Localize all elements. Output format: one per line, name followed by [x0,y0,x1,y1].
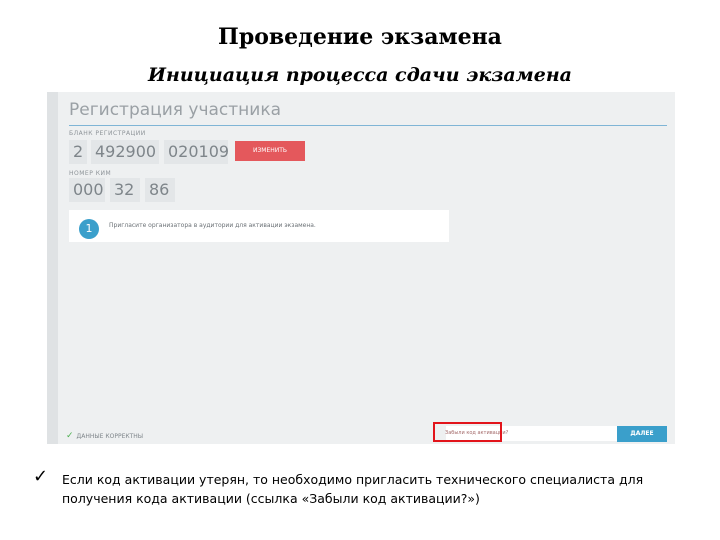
page-title: Регистрация участника [69,100,282,120]
kim-code-part-2: 32 [110,178,140,202]
check-icon: ✓ [33,466,49,487]
kim-code-part-3: 86 [145,178,175,202]
app-screenshot: Регистрация участника Бланк регистрации … [47,92,675,444]
status-message: ✓ Данные корректны [66,431,143,441]
header-divider [69,125,667,126]
change-button[interactable]: ИЗМЕНИТЬ [235,141,305,161]
step-number-badge: 1 [79,219,99,239]
blank-code-part-3: 020109 [164,140,229,164]
kim-code-part-1: 000 [69,178,105,202]
check-icon: ✓ [66,431,74,441]
note-text: Если код активации утерян, то необходимо… [62,472,644,506]
next-button[interactable]: ДАЛЕЕ [617,426,667,442]
slide-subtitle: Инициация процесса сдачи экзамена [148,64,572,86]
highlight-frame [433,422,502,442]
blank-label: Бланк регистрации [69,130,146,137]
kim-label: Номер КИМ [69,170,112,177]
status-text: Данные корректны [76,433,144,440]
footer-bar: ✓ Данные корректны [58,424,675,444]
instruction-text: Пригласите организатора в аудитории для … [109,222,316,229]
blank-code-part-2: 492900 [91,140,159,164]
instruction-panel: 1 Пригласите организатора в аудитории дл… [69,210,449,242]
blank-code-part-1: 2 [69,140,87,164]
slide-title: Проведение экзамена [218,24,502,50]
